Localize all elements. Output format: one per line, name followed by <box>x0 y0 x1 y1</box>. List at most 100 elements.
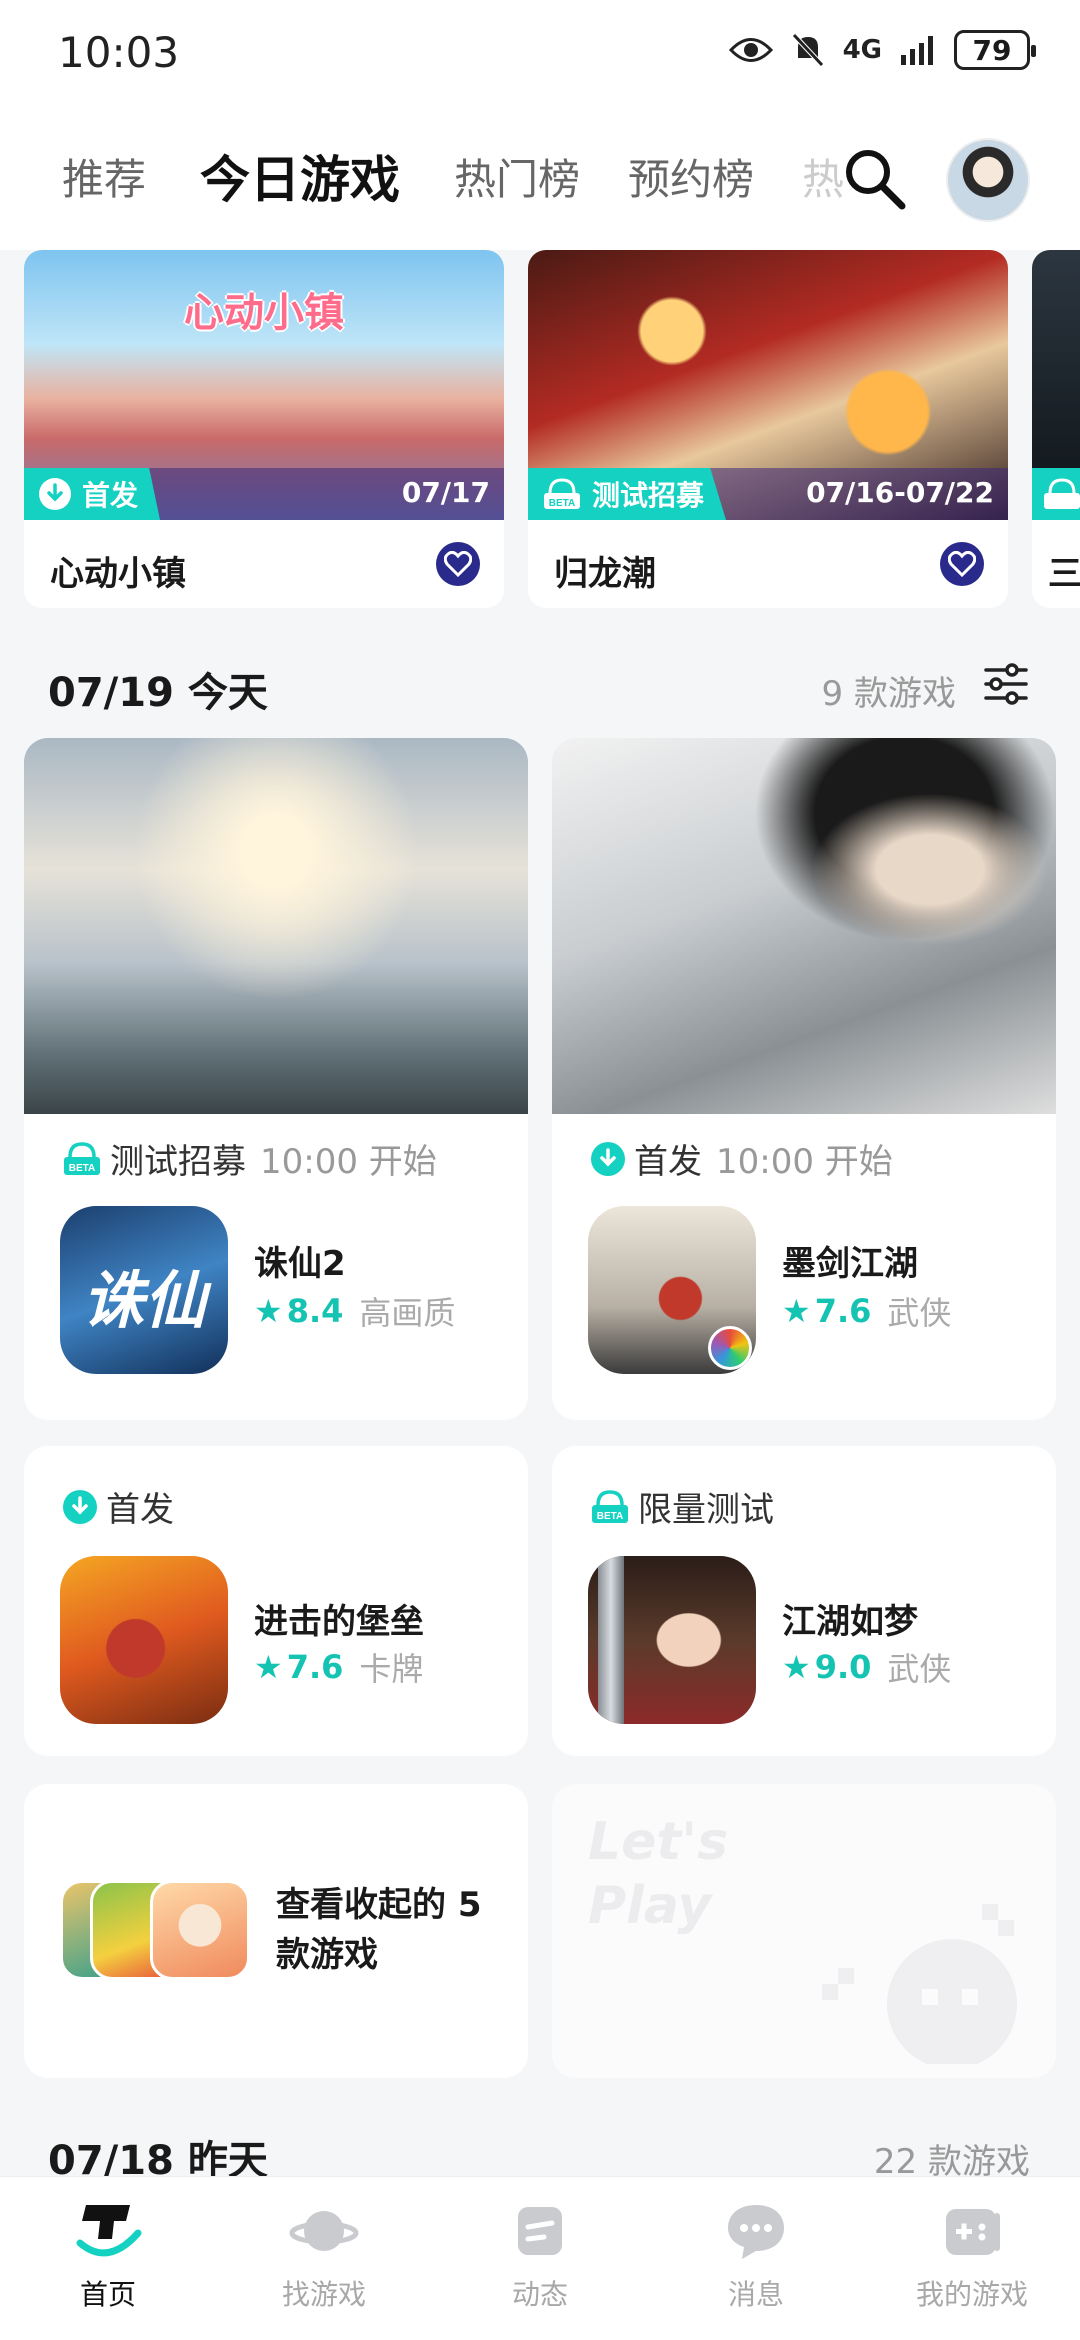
nav-find-games[interactable]: 找游戏 <box>216 2177 432 2340</box>
download-icon <box>63 1489 97 1524</box>
heart-icon[interactable] <box>940 542 984 586</box>
game-status: 首发 10:00 开始 <box>590 1134 893 1183</box>
game-app-icon <box>588 1556 756 1724</box>
game-banner-image <box>552 738 1056 1114</box>
game-title: 墨剑江湖 <box>782 1244 918 1284</box>
beta-icon: BETA <box>592 1489 628 1523</box>
star-icon: ★ <box>782 1648 811 1686</box>
game-status-type: 限量测试 <box>638 1490 774 1530</box>
svg-text:BETA: BETA <box>549 498 575 509</box>
game-status-type: 测试招募 <box>110 1142 246 1182</box>
game-app-icon <box>60 1556 228 1724</box>
signal-icon <box>901 36 933 65</box>
game-genre: 高画质 <box>359 1294 456 1332</box>
filter-icon[interactable] <box>982 660 1030 708</box>
tab-list: 推荐 今日游戏 热门榜 预约榜 热 <box>62 140 852 212</box>
featured-name: 三 <box>1048 554 1080 594</box>
nav-label: 首页 <box>79 2278 136 2311</box>
battery-indicator: 79 <box>954 30 1036 70</box>
game-status: BETA 测试招募 10:00 开始 <box>62 1134 437 1183</box>
game-genre: 卡牌 <box>359 1650 424 1688</box>
network-type: 4G <box>842 35 882 65</box>
game-status: 首发 <box>62 1482 174 1531</box>
star-icon: ★ <box>782 1292 811 1330</box>
game-status-time: 10:00 开始 <box>716 1142 893 1182</box>
game-card-small[interactable]: BETA 限量测试 江湖如梦 ★ 9.0 武侠 <box>552 1446 1056 1756</box>
bottom-nav: 首页 找游戏 动态 消息 我的游戏 <box>0 2176 1080 2340</box>
featured-badge: 首发 <box>24 468 161 520</box>
nav-feed[interactable]: 动态 <box>432 2177 648 2340</box>
game-title: 江湖如梦 <box>782 1602 918 1642</box>
feed-icon <box>518 2207 562 2255</box>
download-icon <box>591 1141 625 1176</box>
game-status-type: 首发 <box>106 1490 174 1530</box>
gamepad-icon <box>946 2209 1000 2255</box>
status-bar: 10:03 4G 79 <box>0 0 1080 110</box>
featured-card[interactable]: 心动小镇 首发 07/17 心动小镇 <box>24 250 504 608</box>
game-rating: ★ 9.0 武侠 <box>782 1644 951 1690</box>
star-icon: ★ <box>254 1292 283 1330</box>
game-rating: ★ 7.6 卡牌 <box>254 1644 423 1690</box>
game-genre: 武侠 <box>887 1650 952 1688</box>
planet-icon <box>289 2211 359 2251</box>
heart-icon[interactable] <box>436 542 480 586</box>
game-banner-image <box>24 738 528 1114</box>
nav-label: 动态 <box>511 2278 568 2311</box>
tab-hot-ranking[interactable]: 热门榜 <box>454 146 580 207</box>
game-score: 7.6 <box>814 1292 872 1330</box>
game-card[interactable]: 首发 10:00 开始 墨剑江湖 ★ 7.6 武侠 <box>552 738 1056 1420</box>
featured-card[interactable]: 三 <box>1032 250 1080 608</box>
gamepad-mascot-icon <box>822 1904 1017 2064</box>
game-status: BETA 限量测试 <box>590 1482 774 1531</box>
featured-badge-label: 测试招募 <box>592 479 705 512</box>
tab-reservation-ranking[interactable]: 预约榜 <box>628 146 754 207</box>
beta-icon <box>1044 478 1080 509</box>
page: 10:03 4G 79 推荐 今日游戏 热门榜 预约榜 热 心动小镇 首发 07… <box>0 0 1080 2340</box>
featured-row: 心动小镇 首发 07/17 心动小镇 BETA 测试招募 07/16-07/22… <box>24 250 1080 610</box>
featured-name: 归龙潮 <box>554 554 656 594</box>
game-score: 7.6 <box>286 1648 344 1686</box>
game-card[interactable]: BETA 测试招募 10:00 开始 诛仙 诛仙2 ★ 8.4 高画质 <box>24 738 528 1420</box>
top-tab-bar: 推荐 今日游戏 热门榜 预约榜 热 <box>0 110 1080 250</box>
nav-my-games[interactable]: 我的游戏 <box>864 2177 1080 2340</box>
game-status-time: 10:00 开始 <box>260 1142 437 1182</box>
svg-text:BETA: BETA <box>597 1511 623 1522</box>
featured-date: 07/16-07/22 <box>806 476 994 509</box>
collapsed-game-icon <box>150 1880 250 1980</box>
game-status-type: 首发 <box>634 1142 702 1182</box>
featured-logo: 心动小镇 <box>184 290 344 336</box>
featured-badge <box>1032 468 1080 520</box>
game-title: 诛仙2 <box>254 1244 346 1284</box>
game-genre: 武侠 <box>887 1294 952 1332</box>
featured-badge: BETA 测试招募 <box>528 468 727 520</box>
star-icon: ★ <box>254 1648 283 1686</box>
featured-card[interactable]: BETA 测试招募 07/16-07/22 归龙潮 <box>528 250 1008 608</box>
featured-name: 心动小镇 <box>50 554 186 594</box>
svg-text:BETA: BETA <box>69 1163 95 1174</box>
tab-today-games[interactable]: 今日游戏 <box>194 140 407 212</box>
nav-messages[interactable]: 消息 <box>648 2177 864 2340</box>
game-title: 进击的堡垒 <box>254 1602 424 1642</box>
featured-badge-label: 首发 <box>82 479 139 512</box>
message-icon <box>728 2205 784 2259</box>
nav-home[interactable]: 首页 <box>0 2177 216 2340</box>
game-card-small[interactable]: 首发 进击的堡垒 ★ 7.6 卡牌 <box>24 1446 528 1756</box>
nav-label: 消息 <box>727 2278 784 2311</box>
download-icon <box>39 478 71 510</box>
search-icon[interactable] <box>840 144 908 212</box>
status-icons: 4G 79 <box>728 30 1036 70</box>
section-heading-today: 07/19 今天 <box>48 670 268 716</box>
home-icon <box>76 2205 142 2257</box>
game-app-icon-text: 诛仙 <box>81 1264 206 1337</box>
lets-play-watermark: Let's Play <box>588 1812 729 1936</box>
avatar[interactable] <box>946 138 1030 222</box>
featured-date: 07/17 <box>401 476 490 509</box>
game-app-icon: 诛仙 <box>60 1206 228 1374</box>
collapsed-games-text: 查看收起的 5 款游戏 <box>276 1885 482 1975</box>
collapsed-games-card[interactable]: 查看收起的 5 款游戏 <box>24 1784 528 2078</box>
tab-recommend[interactable]: 推荐 <box>62 146 146 207</box>
publisher-badge-icon <box>708 1326 752 1370</box>
game-score: 9.0 <box>814 1648 872 1686</box>
lets-play-card: Let's Play <box>552 1784 1056 2078</box>
game-score: 8.4 <box>286 1292 344 1330</box>
